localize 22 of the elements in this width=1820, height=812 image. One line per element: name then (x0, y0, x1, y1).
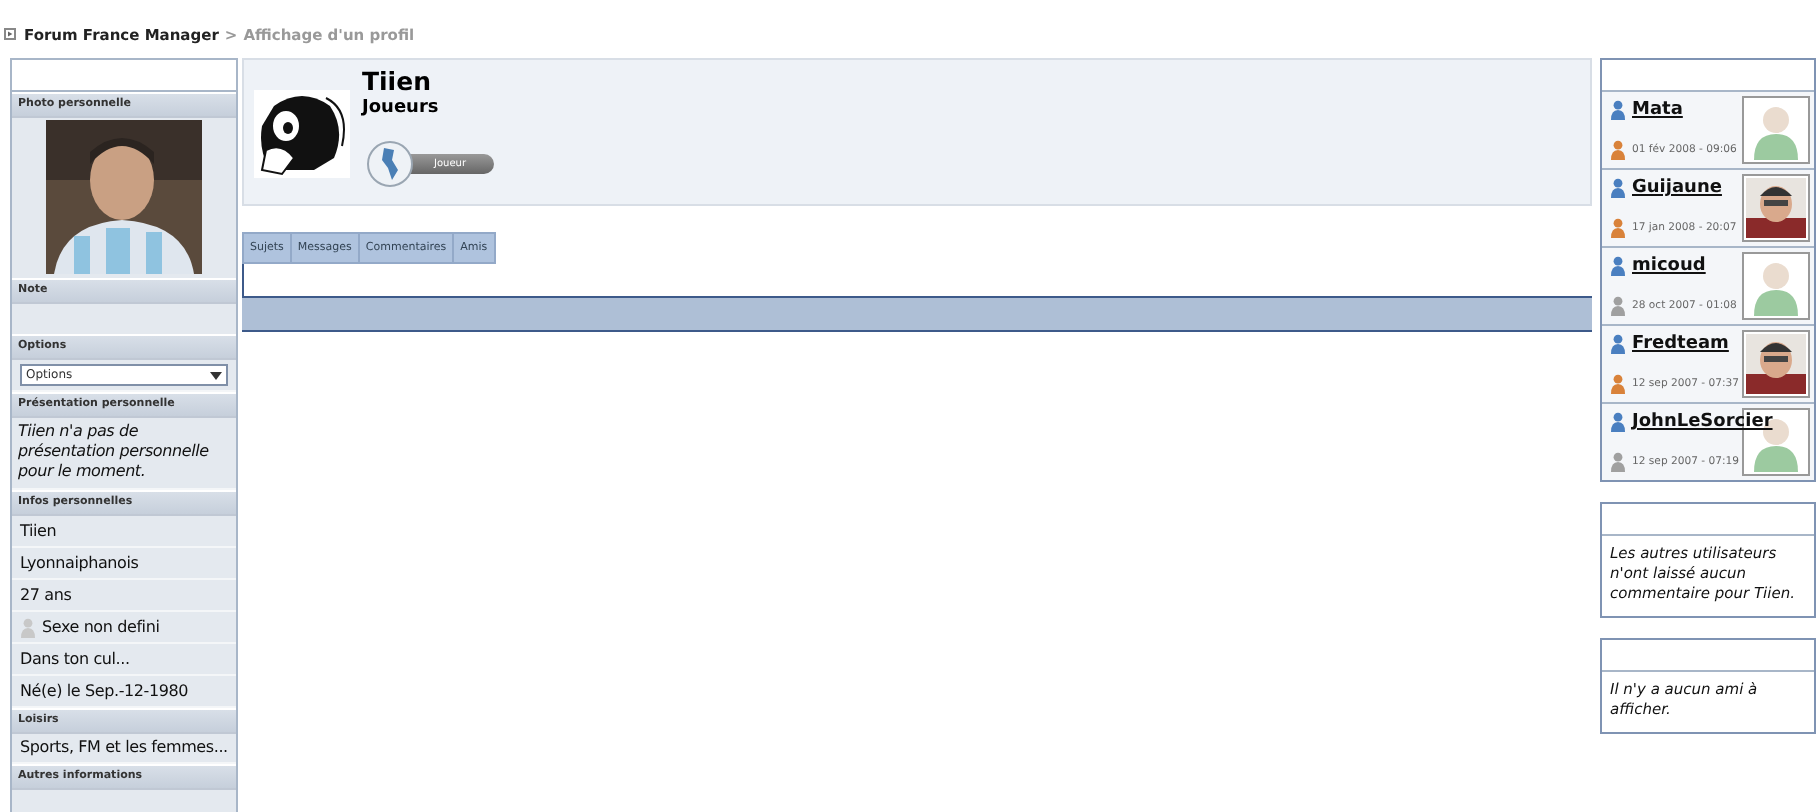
username-link[interactable]: Guijaune (1632, 178, 1722, 198)
info-text: 27 ans (20, 585, 72, 605)
info-text: Sexe non defini (42, 617, 160, 637)
user-icon (1610, 412, 1626, 432)
username-link[interactable]: micoud (1632, 256, 1706, 276)
dropdown-arrow-icon (210, 371, 222, 379)
username: Tiien (362, 66, 433, 96)
username-link[interactable]: JohnLeSorcier (1632, 412, 1773, 432)
cartoon-avatar-drawing (254, 90, 350, 178)
info-text: Lyonnaiphanois (20, 553, 139, 573)
username-link[interactable]: Fredteam (1632, 334, 1729, 354)
user-group: Joueurs (362, 98, 495, 118)
user-icon (1610, 334, 1626, 354)
info-text: Dans ton cul... (20, 649, 130, 669)
user-icon (1610, 100, 1626, 120)
user-icon (1610, 178, 1626, 198)
user-icon (1610, 256, 1626, 276)
info-text: Né(e) le Sep.-12-1980 (20, 681, 189, 701)
username-link[interactable]: Mata (1632, 100, 1683, 120)
bullet-icon (4, 28, 16, 40)
person-icon (20, 617, 36, 637)
info-text: Tiien (20, 521, 57, 541)
